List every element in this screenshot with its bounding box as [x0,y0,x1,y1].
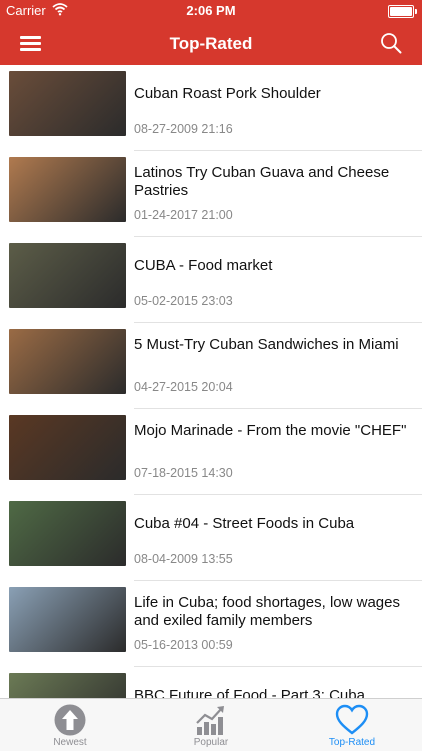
video-thumbnail [9,587,126,652]
video-thumbnail [9,501,126,566]
video-title: Mojo Marinade - From the movie "CHEF" [134,422,407,439]
video-date: 08-04-2009 13:55 [134,552,233,566]
battery-icon [388,5,417,18]
list-item[interactable]: CUBA - Food market 05-02-2015 23:03 [0,237,422,323]
heart-icon [335,704,369,735]
page-title: Top-Rated [169,34,253,53]
list-item[interactable]: Latinos Try Cuban Guava and Cheese Pastr… [0,151,422,237]
list-item[interactable]: Cuba #04 - Street Foods in Cuba 08-04-20… [0,495,422,581]
search-icon[interactable] [380,32,402,54]
tab-top-rated[interactable]: Top-Rated [282,699,422,751]
video-title: CUBA - Food market [134,257,273,274]
video-title: Cuban Roast Pork Shoulder [134,85,321,102]
video-thumbnail [9,415,126,480]
video-title: 5 Must-Try Cuban Sandwiches in Miami [134,336,399,353]
video-date: 08-27-2009 21:16 [134,122,233,136]
nav-bar: Top-Rated [0,22,422,65]
list-item[interactable]: Cuban Roast Pork Shoulder 08-27-2009 21:… [0,65,422,151]
video-thumbnail [9,329,126,394]
video-title: Latinos Try Cuban Guava and Cheese Pastr… [134,164,390,199]
list-item[interactable]: 5 Must-Try Cuban Sandwiches in Miami 04-… [0,323,422,409]
tab-label: Newest [53,737,87,748]
tab-newest[interactable]: Newest [0,699,140,751]
video-title: Cuba #04 - Street Foods in Cuba [134,515,355,532]
list-item[interactable]: Life in Cuba; food shortages, low wages … [0,581,422,667]
arrow-up-circle-icon [54,704,86,736]
tab-label: Popular [193,737,229,748]
tab-bar: Newest Popular Top-Rated [0,698,422,751]
clock-time: 2:06 PM [186,3,236,18]
video-date: 01-24-2017 21:00 [134,208,233,222]
video-date: 05-16-2013 00:59 [134,638,233,652]
video-thumbnail [9,243,126,308]
video-date: 04-27-2015 20:04 [134,380,233,394]
tab-popular[interactable]: Popular [141,699,281,751]
video-date: 07-18-2015 14:30 [134,466,233,480]
video-list: Cuban Roast Pork Shoulder 08-27-2009 21:… [0,65,422,698]
video-thumbnail [9,157,126,222]
video-title: Life in Cuba; food shortages, low wages … [134,594,400,629]
list-item[interactable]: BBC Future of Food - Part 3: Cuba [0,667,422,698]
video-thumbnail [9,71,126,136]
trend-chart-icon [196,706,224,735]
tab-label: Top-Rated [328,737,376,748]
video-date: 05-02-2015 23:03 [134,294,233,308]
status-bar: Carrier 2:06 PM [0,0,422,22]
video-thumbnail [9,673,126,698]
video-title: BBC Future of Food - Part 3: Cuba [134,687,365,698]
list-item[interactable]: Mojo Marinade - From the movie "CHEF" 07… [0,409,422,495]
top-bar: Carrier 2:06 PM Top-Rated [0,0,422,65]
